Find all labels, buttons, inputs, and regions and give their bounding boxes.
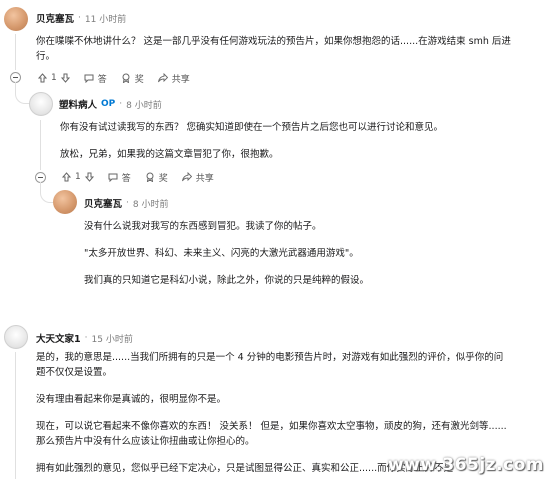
downvote-icon[interactable] xyxy=(84,172,94,182)
timestamp[interactable]: 8 小时前 xyxy=(126,98,162,111)
share-button[interactable]: 共享 xyxy=(181,171,214,184)
username[interactable]: 大天文家1 xyxy=(36,331,81,345)
award-icon xyxy=(146,172,154,182)
upvote-icon[interactable] xyxy=(62,172,71,182)
share-icon xyxy=(181,172,192,182)
award-button[interactable]: 奖 xyxy=(145,171,168,184)
timestamp[interactable]: 8 小时前 xyxy=(133,197,169,210)
comment-icon xyxy=(108,173,118,182)
avatar[interactable] xyxy=(53,190,77,214)
comment-body: 没有什么说我对我写的东西感到冒犯。我读了你的帖子。 "太多开放世界、科幻、未来主… xyxy=(84,221,370,286)
avatar[interactable] xyxy=(29,92,53,116)
share-button[interactable]: 共享 xyxy=(157,72,190,85)
vote-group: 1 xyxy=(62,172,94,182)
vote-group: 1 xyxy=(38,73,70,83)
award-button[interactable]: 奖 xyxy=(121,72,144,85)
reply-button[interactable]: 答 xyxy=(108,171,131,184)
vote-count: 1 xyxy=(51,73,57,83)
thread-line[interactable] xyxy=(15,352,16,479)
op-badge: OP xyxy=(101,99,116,109)
username[interactable]: 贝克塞瓦 xyxy=(36,11,74,25)
upvote-icon[interactable] xyxy=(38,73,47,83)
thread-line[interactable] xyxy=(15,34,16,70)
share-icon xyxy=(157,73,168,83)
comment-icon xyxy=(84,74,94,83)
timestamp[interactable]: 15 小时前 xyxy=(92,332,133,345)
comment-header: 塑料病人 OP · 8 小时前 xyxy=(59,97,162,111)
thread-line[interactable] xyxy=(40,120,41,170)
avatar[interactable] xyxy=(4,325,28,349)
comment-actions: 1 答 奖 共享 xyxy=(62,169,228,185)
thread-connector xyxy=(40,182,54,203)
award-icon xyxy=(122,73,130,83)
vote-count: 1 xyxy=(75,172,81,182)
thread-connector xyxy=(15,82,30,104)
avatar[interactable] xyxy=(4,7,28,31)
comment-body: 你有没有试过读我写的东西？ 您确实知道即使在一个预告片之后您也可以进行讨论和意见… xyxy=(60,122,444,160)
comment-header: 贝克塞瓦 · 11 小时前 xyxy=(36,11,127,25)
username[interactable]: 贝克塞瓦 xyxy=(84,196,122,210)
username[interactable]: 塑料病人 xyxy=(59,97,97,111)
reply-button[interactable]: 答 xyxy=(84,72,107,85)
downvote-icon[interactable] xyxy=(60,73,70,83)
comment-header: 大天文家1 · 15 小时前 xyxy=(36,331,133,345)
comment-actions: 1 答 奖 共享 xyxy=(38,70,204,86)
timestamp[interactable]: 11 小时前 xyxy=(85,12,126,25)
watermark: www.365jz.com xyxy=(387,455,544,475)
comment-header: 贝克塞瓦 · 8 小时前 xyxy=(84,196,169,210)
comment-body: 你在喋喋不休地讲什么？ 这是一部几乎没有任何游戏玩法的预告片，如果你想抱怨的话.… xyxy=(36,36,511,62)
